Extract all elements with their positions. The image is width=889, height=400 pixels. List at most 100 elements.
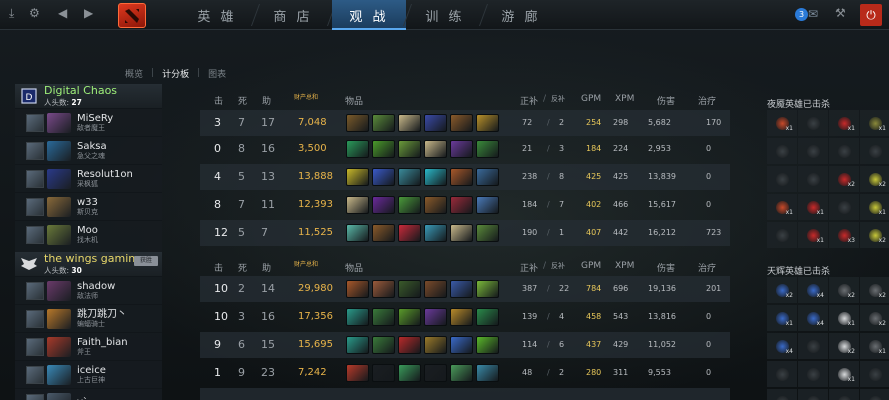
hero-portrait[interactable] xyxy=(47,308,71,329)
item-slot[interactable] xyxy=(372,364,395,382)
tab-learn[interactable]: 训 练 xyxy=(408,0,482,30)
player-row[interactable]: 跳刀跳刀丶 蝙蝠骑士 xyxy=(15,304,162,332)
item-slot[interactable] xyxy=(450,308,473,326)
stats-row[interactable]: 9 6 15 15,695 114 6 437 429 11,052 0 / xyxy=(200,332,730,358)
item-slot[interactable] xyxy=(346,140,369,158)
inventory-icon[interactable]: ⚒ xyxy=(835,6,846,20)
item-slot[interactable] xyxy=(346,336,369,354)
subnav-scoreboard[interactable]: 计分板 xyxy=(162,67,189,80)
stats-row[interactable]: 8 7 11 12,393 184 7 402 466 15,617 0 / xyxy=(200,192,730,218)
download-icon[interactable]: ⤓ xyxy=(9,6,14,20)
item-slot[interactable] xyxy=(398,308,421,326)
item-slot[interactable] xyxy=(372,308,395,326)
item-slot[interactable] xyxy=(450,224,473,242)
item-slot[interactable] xyxy=(450,114,473,132)
stats-row[interactable]: 3 7 17 7,048 72 2 254 298 5,682 170 / xyxy=(200,110,730,136)
stats-row[interactable] xyxy=(200,388,730,400)
item-slot[interactable] xyxy=(424,336,447,354)
tab-heroes[interactable]: 英 雄 xyxy=(180,0,254,30)
player-row[interactable]: w33 斯贝克 xyxy=(15,192,162,220)
chat-icon[interactable]: ✉ xyxy=(808,7,818,21)
stats-row[interactable]: 0 8 16 3,500 21 3 184 224 2,953 0 / xyxy=(200,136,730,162)
item-slot[interactable] xyxy=(372,168,395,186)
item-slot[interactable] xyxy=(476,196,499,214)
item-slot[interactable] xyxy=(424,364,447,382)
item-slot[interactable] xyxy=(346,196,369,214)
hero-portrait[interactable] xyxy=(47,280,71,301)
item-slot[interactable] xyxy=(398,224,421,242)
tab-arcade[interactable]: 游 廊 xyxy=(484,0,558,30)
player-row[interactable]: y` xyxy=(15,388,162,400)
player-row[interactable]: Faith_bian 斧王 xyxy=(15,332,162,360)
item-slot[interactable] xyxy=(476,280,499,298)
hero-portrait[interactable] xyxy=(47,336,71,357)
item-slot[interactable] xyxy=(424,114,447,132)
stats-row[interactable]: 4 5 13 13,888 238 8 425 425 13,839 0 / xyxy=(200,164,730,190)
item-slot[interactable] xyxy=(424,308,447,326)
item-slot[interactable] xyxy=(450,336,473,354)
item-slot[interactable] xyxy=(398,140,421,158)
item-slot[interactable] xyxy=(372,196,395,214)
item-slot[interactable] xyxy=(424,196,447,214)
stats-row[interactable]: 10 3 16 17,356 139 4 458 543 13,816 0 / xyxy=(200,304,730,330)
item-slot[interactable] xyxy=(450,140,473,158)
hero-portrait[interactable] xyxy=(47,168,71,189)
item-slot[interactable] xyxy=(476,308,499,326)
player-row[interactable]: Saksa 急父之魂 xyxy=(15,136,162,164)
item-slot[interactable] xyxy=(346,364,369,382)
hero-portrait[interactable] xyxy=(47,364,71,385)
item-slot[interactable] xyxy=(346,168,369,186)
player-row[interactable]: MiSeRy 敌者魔王 xyxy=(15,108,162,136)
item-slot[interactable] xyxy=(398,168,421,186)
item-slot[interactable] xyxy=(450,196,473,214)
item-slot[interactable] xyxy=(476,140,499,158)
item-slot[interactable] xyxy=(476,114,499,132)
player-row[interactable]: Resolut1on 采枫狐 xyxy=(15,164,162,192)
item-slot[interactable] xyxy=(450,168,473,186)
back-arrow-icon[interactable]: ◀ xyxy=(58,6,67,20)
gear-icon[interactable]: ⚙ xyxy=(29,6,40,20)
item-slot[interactable] xyxy=(476,224,499,242)
item-slot[interactable] xyxy=(372,140,395,158)
item-slot[interactable] xyxy=(476,168,499,186)
item-slot[interactable] xyxy=(372,114,395,132)
power-icon[interactable]: ⏻ xyxy=(860,4,882,26)
item-slot[interactable] xyxy=(346,308,369,326)
hero-portrait[interactable] xyxy=(47,140,71,161)
hero-portrait[interactable] xyxy=(47,112,71,133)
item-slot[interactable] xyxy=(424,224,447,242)
dota-logo[interactable] xyxy=(118,3,146,28)
item-slot[interactable] xyxy=(450,364,473,382)
item-slot[interactable] xyxy=(424,140,447,158)
item-slot[interactable] xyxy=(398,114,421,132)
player-row[interactable]: shadow 敌法师 xyxy=(15,276,162,304)
stats-row[interactable]: 12 5 7 11,525 190 1 407 442 16,212 723 / xyxy=(200,220,730,246)
item-slot[interactable] xyxy=(372,280,395,298)
item-slot[interactable] xyxy=(398,336,421,354)
item-slot[interactable] xyxy=(398,364,421,382)
tab-watch[interactable]: 观 战 xyxy=(332,0,406,30)
tab-store[interactable]: 商 店 xyxy=(256,0,330,30)
item-slot[interactable] xyxy=(398,196,421,214)
item-slot[interactable] xyxy=(424,280,447,298)
notification-badge[interactable]: 3 xyxy=(795,8,808,21)
item-slot[interactable] xyxy=(372,336,395,354)
stats-row[interactable]: 10 2 14 29,980 387 22 784 696 19,136 201 / xyxy=(200,276,730,302)
item-slot[interactable] xyxy=(450,280,473,298)
item-slot[interactable] xyxy=(398,280,421,298)
item-slot[interactable] xyxy=(346,224,369,242)
item-slot[interactable] xyxy=(424,168,447,186)
stats-row[interactable]: 1 9 23 7,242 48 2 280 311 9,553 0 / xyxy=(200,360,730,386)
hero-portrait[interactable] xyxy=(47,224,71,245)
subnav-graphs[interactable]: 图表 xyxy=(208,67,226,80)
item-slot[interactable] xyxy=(372,224,395,242)
hero-portrait[interactable] xyxy=(47,196,71,217)
forward-arrow-icon[interactable]: ▶ xyxy=(84,6,93,20)
item-slot[interactable] xyxy=(476,336,499,354)
player-row[interactable]: iceice 上古巨神 xyxy=(15,360,162,388)
player-row[interactable]: Moo 找木机 xyxy=(15,220,162,248)
hero-portrait[interactable] xyxy=(47,392,71,400)
item-slot[interactable] xyxy=(346,114,369,132)
item-slot[interactable] xyxy=(346,280,369,298)
item-slot[interactable] xyxy=(476,364,499,382)
